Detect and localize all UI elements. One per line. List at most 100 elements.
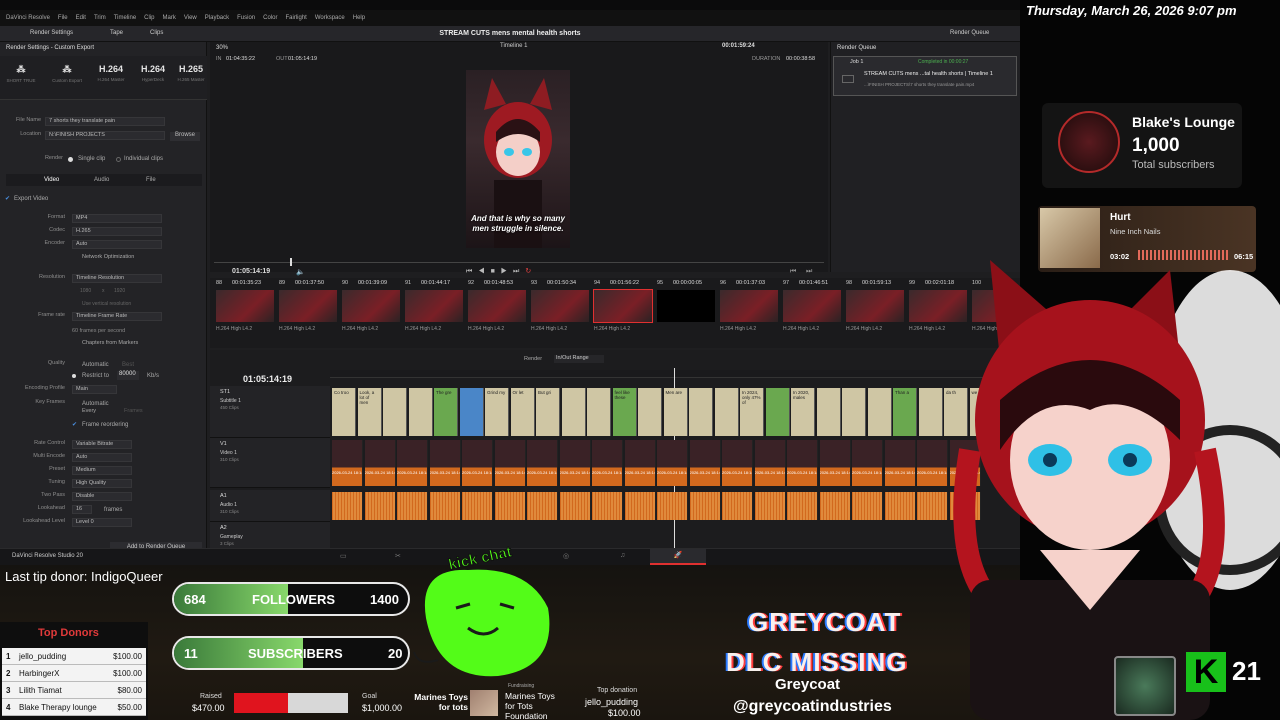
video-clip[interactable]: 2026-03-24 18:14... — [624, 440, 656, 486]
render-range-select[interactable]: In/Out Range — [554, 355, 604, 363]
audio-clip[interactable] — [592, 492, 623, 520]
deliver-page-icon[interactable]: 🚀 — [650, 549, 706, 565]
menu-workspace[interactable]: Workspace — [315, 15, 345, 21]
audio-clip[interactable] — [689, 492, 721, 520]
subtitle-clip[interactable]: Grind my — [485, 388, 509, 436]
video-clip[interactable]: 2026-03-24 18:14... — [397, 440, 428, 486]
audio-clip[interactable] — [397, 492, 428, 520]
menu-timeline[interactable]: Timeline — [114, 15, 136, 21]
filename-input[interactable]: 7 shorts they translate pain — [45, 117, 165, 126]
subtitle-clip[interactable]: In 2020, males — [791, 388, 815, 436]
audio-clip[interactable] — [559, 492, 591, 520]
single-clip-radio[interactable] — [68, 157, 73, 162]
subtitle-clip[interactable] — [561, 388, 586, 436]
menu-clip[interactable]: Clip — [144, 15, 154, 21]
subtitle-clip[interactable]: Co troo — [332, 388, 356, 436]
clip-thumbnail[interactable] — [846, 290, 904, 322]
video-clip[interactable]: 2026-03-24 18:14... — [559, 440, 591, 486]
stop-icon[interactable]: ■ — [491, 268, 501, 275]
tab-render-queue[interactable]: Render Queue — [950, 30, 989, 36]
video-clip[interactable]: 2026-03-24 18:14... — [787, 440, 818, 486]
menu-edit[interactable]: Edit — [76, 15, 86, 21]
subtitle-clip[interactable]: The gre — [434, 388, 458, 436]
menu-view[interactable]: View — [184, 15, 197, 21]
subtitle-clip[interactable] — [867, 388, 892, 436]
prev-clip-icon[interactable]: ⏮ — [790, 268, 796, 276]
subtitle-clip[interactable] — [459, 388, 484, 436]
subtitle-clip[interactable] — [765, 388, 790, 436]
fairlight-page-icon[interactable]: ♫ — [620, 552, 625, 559]
video-clip[interactable]: 2026-03-24 18:14... — [429, 440, 461, 486]
track-header-a2[interactable]: A2 Gameplay 3 Clips — [210, 522, 330, 550]
subtitle-clip[interactable]: Men are — [663, 388, 688, 436]
multi-encode-select[interactable]: Auto — [72, 453, 132, 462]
zoom-level[interactable]: 30% — [216, 45, 228, 51]
track-header-a1[interactable]: A1 Audio 1 310 Clips — [210, 490, 330, 522]
subtitle-clip[interactable] — [816, 388, 841, 436]
subtitle-clip[interactable]: Than a — [893, 388, 917, 436]
subtitle-clip[interactable]: Or let — [510, 388, 535, 436]
video-clip[interactable]: 2026-03-24 18:14... — [462, 440, 493, 486]
preset-select[interactable]: Medium — [72, 466, 132, 475]
audio-clip[interactable] — [787, 492, 818, 520]
kf-auto-radio[interactable]: Automatic — [82, 401, 109, 407]
audio-clip[interactable] — [722, 492, 753, 520]
audio-clip[interactable] — [819, 492, 851, 520]
profile-select[interactable]: Main — [72, 385, 117, 394]
menu-mark[interactable]: Mark — [163, 15, 176, 21]
use-vertical-checkbox[interactable]: Use vertical resolution — [82, 301, 131, 307]
video-clip[interactable]: 2026-03-24 18:14... — [592, 440, 623, 486]
video-clip[interactable]: 2026-03-24 18:14... — [527, 440, 558, 486]
menu-fusion[interactable]: Fusion — [237, 15, 255, 21]
color-page-icon[interactable]: ◎ — [563, 552, 569, 560]
codec-select[interactable]: H.265 — [72, 227, 162, 236]
subtitle-clip[interactable] — [383, 388, 407, 436]
rate-control-select[interactable]: Variable Bitrate — [72, 440, 132, 449]
subtitle-clip[interactable] — [408, 388, 433, 436]
clip-thumbnail[interactable] — [783, 290, 841, 322]
menu-file[interactable]: File — [58, 15, 68, 21]
subtitle-clip[interactable]: In 2024, only 47% of — [740, 388, 764, 436]
audio-clip[interactable] — [494, 492, 526, 520]
subtitle-clip[interactable] — [714, 388, 739, 436]
loop-icon[interactable]: ↻ — [525, 268, 537, 275]
render-job[interactable]: Job 1 Completed in 00:00:27 STREAM CUTS … — [833, 56, 1017, 96]
lookahead-input[interactable]: 16 — [72, 505, 92, 514]
subtitle-clip[interactable] — [842, 388, 866, 436]
framerate-select[interactable]: Timeline Frame Rate — [72, 312, 162, 321]
scrubber-playhead[interactable] — [290, 258, 292, 266]
audio-clip[interactable] — [884, 492, 916, 520]
video-clip[interactable]: 2026-03-24 18:14... — [754, 440, 786, 486]
cut-page-icon[interactable]: ✂ — [395, 552, 401, 560]
ruler[interactable] — [330, 370, 1020, 378]
audio-clip[interactable] — [527, 492, 558, 520]
tab-clips[interactable]: Clips — [150, 30, 163, 36]
audio-clip[interactable] — [429, 492, 461, 520]
timeline-name[interactable]: Timeline 1 — [500, 43, 527, 49]
video-clip[interactable]: 2026-03-24 18:14... — [689, 440, 721, 486]
browse-button[interactable]: Browse — [170, 132, 200, 141]
video-clip[interactable]: 2026-03-24 18:14... — [332, 440, 363, 486]
quality-auto-radio[interactable]: Automatic — [82, 362, 109, 368]
clip-thumbnail[interactable] — [531, 290, 589, 322]
clip-thumbnail[interactable] — [216, 290, 274, 322]
clip-thumbnail[interactable] — [657, 290, 715, 322]
track-header-v1[interactable]: V1 Video 1 310 Clips — [210, 438, 330, 488]
media-page-icon[interactable]: ▭ — [340, 552, 347, 560]
audio-clip[interactable] — [624, 492, 656, 520]
last-frame-icon[interactable]: ⏭ — [513, 268, 525, 275]
preset-hyperdeck[interactable]: H.264 HyperDeck — [134, 64, 172, 82]
tab-tape[interactable]: Tape — [110, 30, 123, 36]
clip-thumbnail[interactable] — [720, 290, 778, 322]
scrubber[interactable] — [214, 262, 824, 263]
subtitle-clip[interactable]: feel like these — [612, 388, 637, 436]
location-input[interactable]: N:\FINISH PROJECTS — [45, 131, 165, 140]
subtab-video[interactable]: Video — [44, 177, 59, 183]
tuning-select[interactable]: High Quality — [72, 479, 132, 488]
clip-thumbnail[interactable] — [593, 289, 653, 323]
two-pass-select[interactable]: Disable — [72, 492, 132, 501]
menu-playback[interactable]: Playback — [205, 15, 229, 21]
subtitle-clip[interactable] — [638, 388, 662, 436]
subtitle-clip[interactable]: Look, a lot of men — [357, 388, 382, 436]
video-clip[interactable]: 2026-03-24 18:14... — [657, 440, 688, 486]
